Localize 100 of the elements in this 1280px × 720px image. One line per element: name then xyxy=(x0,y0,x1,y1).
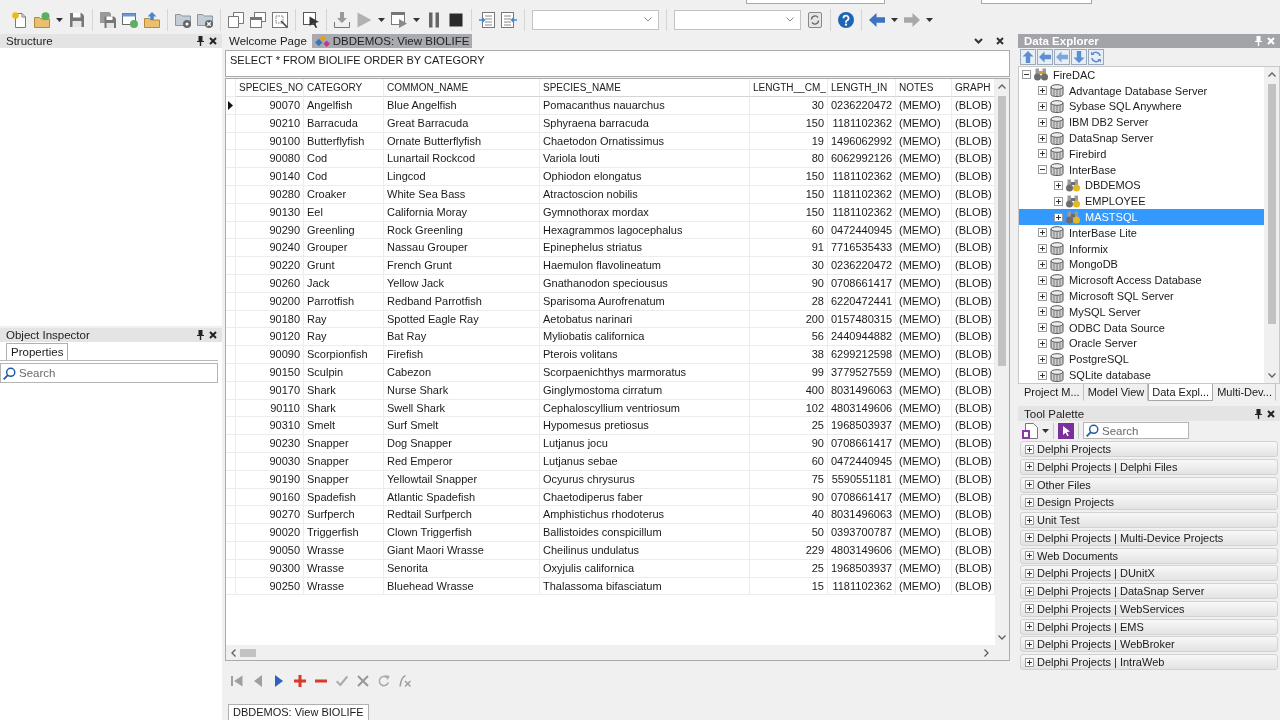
category-bar[interactable]: Delphi Projects | WebServices xyxy=(1020,600,1278,617)
category-bar[interactable]: Delphi Projects | DUnitX xyxy=(1020,565,1278,582)
window-icon[interactable] xyxy=(122,11,138,28)
tree-item[interactable]: FireDAC xyxy=(1019,67,1264,83)
cursor-icon[interactable] xyxy=(1058,422,1074,439)
plus-box-icon[interactable] xyxy=(1038,307,1047,317)
tree-item[interactable]: Microsoft SQL Server xyxy=(1019,288,1264,304)
plus-box-icon[interactable] xyxy=(1054,180,1063,190)
right-triangle-icon[interactable] xyxy=(272,674,285,687)
document-icon[interactable] xyxy=(1022,422,1038,439)
tab[interactable]: Properties xyxy=(6,343,69,360)
plus-box-icon[interactable] xyxy=(1025,568,1034,578)
tree-item[interactable]: ODBC Data Source xyxy=(1019,319,1264,336)
close-icon[interactable] xyxy=(209,37,217,45)
tab[interactable]: Project M... xyxy=(1020,384,1084,401)
pin-icon[interactable] xyxy=(1255,408,1262,419)
caret-icon[interactable] xyxy=(926,17,933,22)
input-field[interactable] xyxy=(981,0,1092,4)
category-bar[interactable]: Design Projects xyxy=(1020,494,1278,511)
category-bar[interactable]: Web Documents xyxy=(1020,547,1278,564)
sql-editor[interactable]: SELECT * FROM BIOLIFE ORDER BY CATEGORY xyxy=(225,50,1010,77)
plus-box-icon[interactable] xyxy=(1038,338,1047,348)
tree-item[interactable]: DBDEMOS xyxy=(1019,177,1264,194)
close-icon[interactable] xyxy=(996,37,1004,45)
tree-item[interactable]: Informix xyxy=(1019,240,1264,257)
down-arrow-icon[interactable] xyxy=(1071,49,1087,65)
category-bar[interactable]: Delphi Projects | DataSnap Server xyxy=(1020,583,1278,599)
tree-item[interactable]: Sybase SQL Anywhere xyxy=(1019,98,1264,115)
tree-item[interactable]: SQLite database xyxy=(1019,367,1264,383)
pause-icon[interactable] xyxy=(426,11,442,28)
plus-box-icon[interactable] xyxy=(1038,149,1047,159)
plus-box-icon[interactable] xyxy=(1025,551,1034,560)
page-frame-icon[interactable] xyxy=(272,11,288,28)
tab[interactable]: DBDEMOS: View BIOLIFE xyxy=(228,704,369,720)
column-header[interactable]: SPECIES_NO xyxy=(236,79,304,97)
tree-item[interactable]: IBM DB2 Server xyxy=(1019,114,1264,131)
plus-box-icon[interactable] xyxy=(1025,586,1034,596)
search-field[interactable]: Search xyxy=(1083,422,1189,439)
folder-gear-icon[interactable] xyxy=(175,11,191,28)
plus-box-icon[interactable] xyxy=(1038,275,1047,285)
plus-box-icon[interactable] xyxy=(1025,515,1034,525)
column-header[interactable]: COMMON_NAME xyxy=(384,79,540,97)
category-bar[interactable]: Unit Test xyxy=(1020,512,1278,528)
plus-box-icon[interactable] xyxy=(1038,244,1047,254)
plus-box-icon[interactable] xyxy=(1025,480,1034,489)
close-icon[interactable] xyxy=(209,331,217,339)
sync-icon[interactable] xyxy=(807,11,823,28)
back-arrow-icon[interactable] xyxy=(869,11,885,28)
category-bar[interactable]: Delphi Projects | IntraWeb xyxy=(1020,654,1278,670)
category-bar[interactable]: Other Files xyxy=(1020,476,1278,493)
window-play-icon[interactable] xyxy=(391,11,407,28)
minus-box-icon[interactable] xyxy=(1022,70,1031,80)
scrollbar[interactable] xyxy=(1264,67,1279,383)
caret-icon[interactable] xyxy=(413,17,420,22)
save-all-icon[interactable] xyxy=(100,11,116,28)
column-header[interactable]: LENGTH__CM_ xyxy=(750,79,828,97)
category-bar[interactable]: Delphi Projects | Multi-Device Projects xyxy=(1020,529,1278,546)
pin-icon[interactable] xyxy=(197,36,204,46)
plus-box-icon[interactable] xyxy=(1025,533,1034,543)
folder-arrow-icon[interactable] xyxy=(144,11,160,28)
refresh-icon[interactable] xyxy=(1088,49,1104,65)
input-field[interactable] xyxy=(746,0,885,4)
tree-item[interactable]: MySQL Server xyxy=(1019,303,1264,320)
up-arrow-icon[interactable] xyxy=(1020,49,1036,65)
tree-item[interactable]: InterBase Lite xyxy=(1019,224,1264,241)
caret-icon[interactable] xyxy=(56,17,63,22)
category-bar[interactable]: Delphi Projects | Delphi Files xyxy=(1020,458,1278,475)
category-bar[interactable]: Delphi Projects | EMS xyxy=(1020,618,1278,635)
caret-icon[interactable] xyxy=(1042,428,1049,433)
plus-box-icon[interactable] xyxy=(1038,354,1047,364)
plus-box-icon[interactable] xyxy=(1025,639,1034,649)
plus-icon[interactable] xyxy=(293,674,306,687)
plus-box-icon[interactable] xyxy=(1038,133,1047,143)
pages-icon[interactable] xyxy=(228,11,244,28)
plus-box-icon[interactable] xyxy=(1038,228,1047,238)
plus-box-icon[interactable] xyxy=(1025,657,1034,667)
plus-box-icon[interactable] xyxy=(1025,497,1034,507)
minus-box-icon[interactable] xyxy=(1038,165,1047,175)
tree-item[interactable]: DataSnap Server xyxy=(1019,130,1264,146)
tab[interactable]: Welcome Page xyxy=(226,34,310,48)
windows-icon[interactable] xyxy=(250,11,266,28)
plus-box-icon[interactable] xyxy=(1038,370,1047,380)
plus-box-icon[interactable] xyxy=(1025,444,1034,454)
tree-item[interactable]: Advantage Database Server xyxy=(1019,82,1264,99)
category-bar[interactable]: Delphi Projects | WebBroker xyxy=(1020,636,1278,653)
help-icon[interactable] xyxy=(838,11,854,28)
stop-icon[interactable] xyxy=(448,11,464,28)
scrollbar[interactable] xyxy=(995,79,1009,645)
tree-item[interactable]: Microsoft Access Database xyxy=(1019,272,1264,289)
scrollbar-thumb[interactable] xyxy=(1267,84,1276,324)
chevron-down-icon[interactable] xyxy=(974,38,983,44)
column-header[interactable]: SPECIES_NAME xyxy=(540,79,750,97)
plus-box-icon[interactable] xyxy=(1025,622,1034,631)
left-arrow-icon[interactable] xyxy=(1037,49,1053,65)
row-indicator[interactable] xyxy=(226,97,236,115)
download-icon[interactable] xyxy=(334,11,350,28)
category-bar[interactable]: Delphi Projects xyxy=(1020,441,1278,457)
plus-box-icon[interactable] xyxy=(1038,117,1047,127)
column-header[interactable]: NOTES xyxy=(896,79,952,97)
tree-item[interactable]: EMPLOYEE xyxy=(1019,193,1264,210)
